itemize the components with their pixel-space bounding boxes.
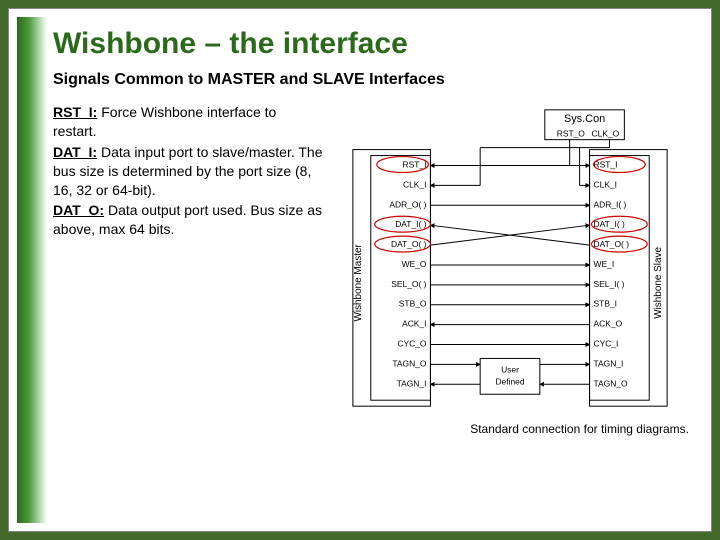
- svg-text:Sys.Con: Sys.Con: [564, 113, 605, 125]
- svg-text:WE_O: WE_O: [402, 259, 427, 269]
- svg-text:Wishbone Slave: Wishbone Slave: [653, 246, 664, 318]
- svg-text:DAT_I( ): DAT_I( ): [395, 219, 426, 229]
- svg-text:Defined: Defined: [495, 376, 524, 386]
- page-title: Wishbone – the interface: [53, 27, 689, 61]
- svg-text:DAT_I( ): DAT_I( ): [594, 219, 625, 229]
- svg-text:RST_O: RST_O: [557, 129, 586, 139]
- svg-text:ADR_I( ): ADR_I( ): [594, 199, 627, 209]
- svg-text:CLK_I: CLK_I: [403, 179, 426, 189]
- svg-text:TAGN_O: TAGN_O: [392, 358, 427, 368]
- svg-text:Wishbone Master: Wishbone Master: [353, 244, 364, 322]
- svg-text:CLK_I: CLK_I: [594, 179, 617, 189]
- svg-text:SEL_O( ): SEL_O( ): [391, 279, 426, 289]
- subtitle: Signals Common to MASTER and SLAVE Inter…: [53, 71, 689, 89]
- svg-text:ACK_I: ACK_I: [402, 319, 426, 329]
- svg-text:SEL_I( ): SEL_I( ): [594, 279, 625, 289]
- svg-text:User: User: [501, 364, 519, 374]
- diagram-caption: Standard connection for timing diagrams.: [331, 422, 689, 436]
- svg-text:TAGN_I: TAGN_I: [397, 378, 427, 388]
- svg-text:STB_O: STB_O: [399, 299, 427, 309]
- svg-text:CYC_I: CYC_I: [594, 339, 619, 349]
- svg-text:STB_I: STB_I: [594, 299, 617, 309]
- svg-text:TAGN_O: TAGN_O: [594, 378, 629, 388]
- svg-text:TAGN_I: TAGN_I: [594, 358, 624, 368]
- svg-text:CYC_O: CYC_O: [397, 339, 427, 349]
- svg-text:CLK_O: CLK_O: [592, 129, 620, 139]
- svg-text:DAT_O( ): DAT_O( ): [594, 239, 630, 249]
- svg-text:ADR_O( ): ADR_O( ): [389, 199, 426, 209]
- svg-text:DAT_O( ): DAT_O( ): [391, 239, 427, 249]
- wishbone-diagram: Sys.Con RST_O CLK_O Wishbone Master Wish…: [331, 103, 689, 413]
- svg-text:ACK_O: ACK_O: [594, 319, 623, 329]
- svg-text:WE_I: WE_I: [594, 259, 615, 269]
- signal-description: RST_I: Force Wishbone interface to resta…: [53, 103, 323, 517]
- svg-text:RST_I: RST_I: [403, 160, 427, 170]
